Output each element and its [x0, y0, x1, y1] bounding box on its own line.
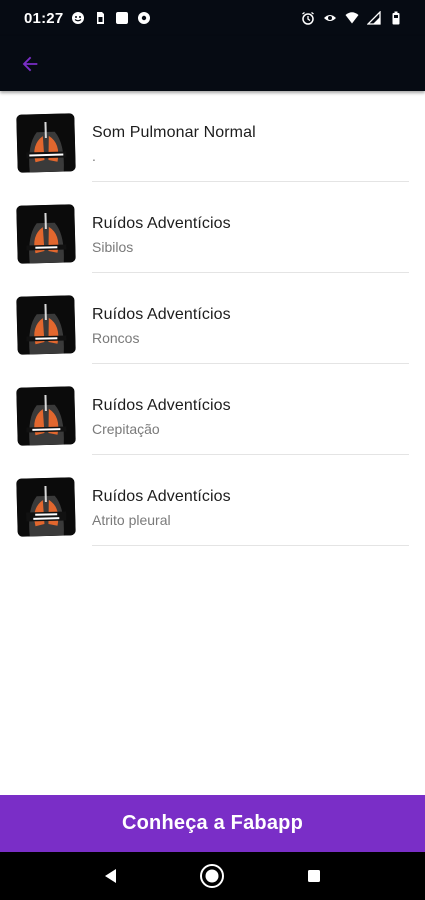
list-item[interactable]: Ruídos Adventícios Roncos — [0, 273, 425, 364]
lungs-thumbnail — [16, 295, 76, 355]
sound-list: Som Pulmonar Normal . Ruídos Adventícios… — [0, 91, 425, 546]
back-button[interactable] — [16, 50, 44, 78]
list-item-text: Ruídos Adventícios Atrito pleural — [92, 487, 409, 529]
list-item-text: Ruídos Adventícios Roncos — [92, 305, 409, 347]
gear-notification-icon — [137, 11, 151, 25]
nav-recents-button[interactable] — [296, 858, 332, 894]
alarm-icon — [301, 11, 315, 25]
divider — [92, 545, 409, 546]
list-item-title: Ruídos Adventícios — [92, 488, 231, 505]
nav-back-button[interactable] — [93, 858, 129, 894]
list-item-title: Ruídos Adventícios — [92, 397, 231, 414]
lungs-thumbnail — [16, 386, 76, 446]
home-circle-icon — [200, 864, 225, 888]
eye-icon — [323, 11, 337, 25]
battery-icon — [389, 11, 403, 25]
list-item[interactable]: Ruídos Adventícios Crepitação — [0, 364, 425, 455]
list-item-subtitle: Crepitação — [92, 421, 160, 437]
list-item-text: Ruídos Adventícios Sibilos — [92, 214, 409, 256]
list-item[interactable]: Ruídos Adventícios Atrito pleural — [0, 455, 425, 546]
list-item-title: Ruídos Adventícios — [92, 306, 231, 323]
list-item-title: Som Pulmonar Normal — [92, 124, 256, 141]
list-item[interactable]: Som Pulmonar Normal . — [0, 91, 425, 182]
back-triangle-icon — [104, 869, 116, 883]
list-item-subtitle: . — [92, 148, 96, 164]
lungs-thumbnail — [16, 204, 76, 264]
conheca-fabapp-button[interactable]: Conheça a Fabapp — [0, 795, 425, 852]
nav-home-button[interactable] — [194, 858, 230, 894]
status-time: 01:27 — [24, 9, 64, 27]
list-item-subtitle: Atrito pleural — [92, 512, 171, 528]
sim-icon — [93, 11, 107, 25]
list-item-text: Som Pulmonar Normal . — [92, 123, 409, 165]
square-notification-icon — [115, 11, 129, 25]
app-bar — [0, 36, 425, 91]
status-bar-right — [301, 11, 403, 25]
list-item[interactable]: Ruídos Adventícios Sibilos — [0, 182, 425, 273]
list-item-text: Ruídos Adventícios Crepitação — [92, 396, 409, 438]
wifi-icon — [345, 11, 359, 25]
signal-icon — [367, 11, 381, 25]
lungs-thumbnail — [16, 477, 76, 537]
lungs-thumbnail — [16, 113, 76, 173]
face-icon — [71, 11, 85, 25]
status-bar: 01:27 — [0, 0, 425, 36]
recents-square-icon — [308, 870, 321, 882]
system-nav-bar — [0, 852, 425, 900]
list-item-subtitle: Sibilos — [92, 239, 134, 255]
list-item-subtitle: Roncos — [92, 330, 140, 346]
arrow-left-icon — [22, 56, 38, 71]
status-bar-left: 01:27 — [24, 10, 151, 27]
list-item-title: Ruídos Adventícios — [92, 215, 231, 232]
